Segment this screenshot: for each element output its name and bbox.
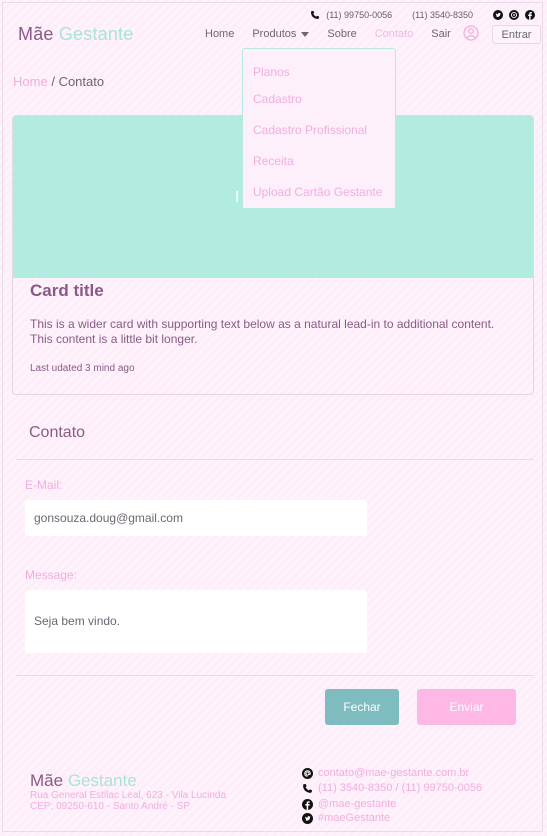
whatsapp-icon[interactable] [509, 10, 519, 20]
nav-produtos-label: Produtos [252, 28, 297, 40]
breadcrumb-separator: / [51, 74, 55, 89]
footer-brand-part1: Mãe [30, 771, 64, 790]
nav-home[interactable]: Home [205, 28, 234, 40]
card-title: Card title [30, 281, 104, 300]
footer-facebook-row: @mae-gestante [302, 798, 396, 810]
brand-logo[interactable]: Mãe Gestante [18, 24, 133, 45]
footer-facebook[interactable]: @mae-gestante [318, 798, 396, 810]
breadcrumb-current: Contato [58, 74, 105, 89]
card-text: This is a wider card with supporting tex… [30, 317, 495, 346]
dropdown-item-upload-cartao[interactable]: Upload Cartão Gestante [253, 185, 382, 199]
twitter-icon[interactable] [493, 10, 503, 20]
phone-icon [302, 783, 313, 794]
close-button[interactable]: Fechar [325, 689, 399, 725]
message-textarea[interactable]: Seja bem vindo. [25, 590, 367, 653]
nav-sobre[interactable]: Sobre [327, 28, 356, 40]
twitter-icon [302, 812, 313, 824]
footer-brand-part2: Gestante [67, 771, 137, 790]
brand-name-part2: Gestante [58, 24, 134, 44]
nav-sair[interactable]: Sair [431, 28, 451, 40]
footer-twitter[interactable]: #maeGestante [318, 812, 390, 824]
footer-address-line2: CEP: 09250-610 - Santo André - SP [30, 801, 191, 812]
dropdown-item-planos[interactable]: Planos [253, 65, 290, 79]
footer-brand: Mãe Gestante [30, 771, 137, 791]
main-nav: Home Produtos Sobre Contato Sair [205, 28, 469, 40]
top-phone-2: (11) 3540-8350 [412, 10, 473, 20]
nav-contato[interactable]: Contato [375, 28, 414, 40]
email-field[interactable]: gonsouza.doug@gmail.com [25, 500, 367, 536]
card-meta: Last udated 3 mind ago [30, 363, 135, 374]
top-contact-bar: (11) 99750-0056 (11) 3540-8350 [310, 8, 535, 22]
produtos-dropdown-menu: Planos Cadastro Cadastro Profissional Re… [242, 48, 396, 209]
contact-title: Contato [29, 424, 86, 441]
login-button[interactable]: Entrar [492, 25, 541, 44]
brand-name-part1: Mãe [18, 24, 54, 44]
top-phone-1: (11) 99750-0056 [326, 10, 393, 20]
breadcrumb-home[interactable]: Home [13, 74, 48, 89]
footer-address: Rua General Estilac Leal, 623 - Vila Luc… [30, 790, 226, 812]
card-image-text: I [235, 189, 240, 206]
breadcrumb: Home / Contato [13, 74, 104, 89]
email-icon [302, 767, 313, 779]
divider-top [16, 459, 534, 460]
dropdown-item-cadastro-profissional[interactable]: Cadastro Profissional [253, 123, 367, 137]
footer-email[interactable]: contato@mae-gestante.com.br [318, 767, 469, 779]
email-label: E-Mail: [25, 478, 63, 492]
dropdown-item-cadastro[interactable]: Cadastro [253, 92, 302, 106]
facebook-icon[interactable] [525, 10, 535, 20]
footer-phones[interactable]: (11) 3540-8350 / (11) 99750-0056 [318, 782, 482, 794]
footer-phone-row: (11) 3540-8350 / (11) 99750-0056 [302, 782, 482, 794]
caret-down-icon [301, 31, 310, 37]
message-label: Message: [25, 568, 78, 582]
user-icon[interactable] [463, 25, 479, 41]
footer-email-row: contato@mae-gestante.com.br [302, 767, 469, 779]
phone-icon [310, 10, 320, 20]
facebook-icon [302, 798, 313, 810]
send-button[interactable]: Enviar [417, 689, 516, 725]
nav-produtos[interactable]: Produtos [252, 28, 310, 40]
footer-twitter-row: #maeGestante [302, 812, 390, 824]
dropdown-item-receita[interactable]: Receita [253, 154, 294, 168]
divider-bottom [16, 675, 534, 676]
footer-address-line1: Rua General Estilac Leal, 623 - Vila Luc… [30, 790, 227, 801]
